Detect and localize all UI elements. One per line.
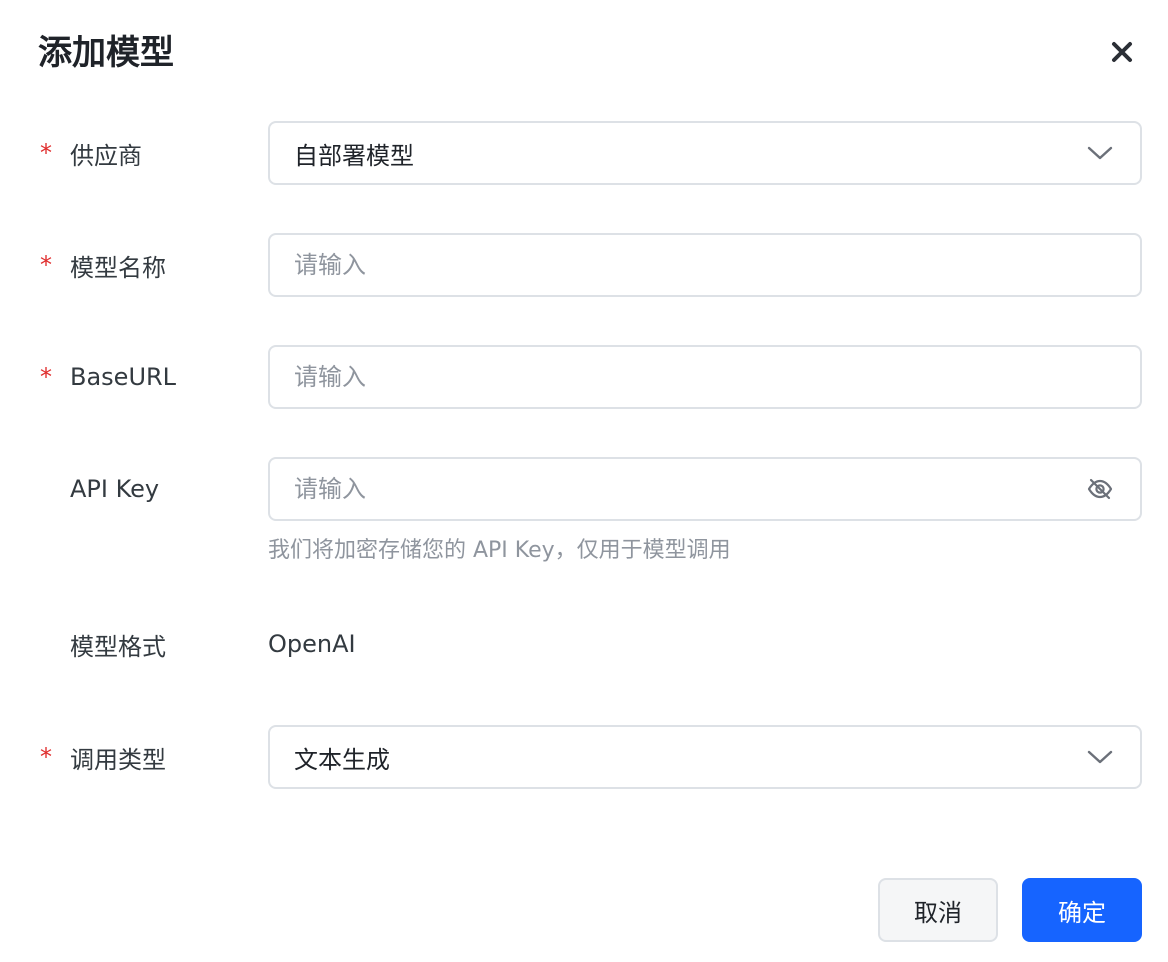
chevron-down-icon: [1086, 139, 1114, 167]
api-key-help-text: 我们将加密存储您的 API Key，仅用于模型调用: [268, 538, 731, 563]
required-asterisk: *: [40, 139, 52, 167]
cancel-button[interactable]: 取消: [878, 878, 998, 942]
model-format-label-row: * 模型格式: [40, 613, 166, 675]
api-key-field[interactable]: [268, 457, 1142, 521]
model-name-field[interactable]: [268, 233, 1142, 297]
close-icon: [1112, 42, 1132, 62]
model-name-label-row: * 模型名称: [40, 234, 166, 296]
base-url-input[interactable]: [294, 363, 1114, 391]
base-url-label: BaseURL: [70, 363, 177, 391]
eye-off-icon[interactable]: [1086, 475, 1114, 503]
provider-label: 供应商: [70, 141, 142, 170]
provider-value: 自部署模型: [294, 141, 414, 170]
model-name-input[interactable]: [294, 251, 1114, 279]
call-type-label-row: * 调用类型: [40, 726, 166, 788]
provider-label-row: * 供应商: [40, 122, 142, 184]
model-format-value: OpenAI: [268, 630, 356, 658]
close-button[interactable]: [1104, 34, 1140, 70]
api-key-label-row: * API Key: [40, 458, 159, 520]
base-url-label-row: * BaseURL: [40, 346, 176, 408]
required-asterisk: *: [40, 251, 52, 279]
add-model-dialog: 添加模型 * 供应商 自部署模型 * 模型名称 * BaseURL * API …: [0, 0, 1168, 962]
provider-select[interactable]: 自部署模型: [268, 121, 1142, 185]
call-type-select[interactable]: 文本生成: [268, 725, 1142, 789]
call-type-label: 调用类型: [70, 745, 166, 774]
api-key-input[interactable]: [294, 475, 1086, 503]
chevron-down-icon: [1086, 743, 1114, 771]
dialog-title: 添加模型: [38, 33, 174, 73]
api-key-label: API Key: [70, 475, 160, 503]
required-asterisk: *: [40, 363, 52, 391]
base-url-field[interactable]: [268, 345, 1142, 409]
call-type-value: 文本生成: [294, 745, 390, 774]
model-name-label: 模型名称: [70, 253, 166, 282]
confirm-button[interactable]: 确定: [1022, 878, 1142, 942]
required-asterisk: *: [40, 743, 52, 771]
model-format-label: 模型格式: [70, 632, 166, 661]
